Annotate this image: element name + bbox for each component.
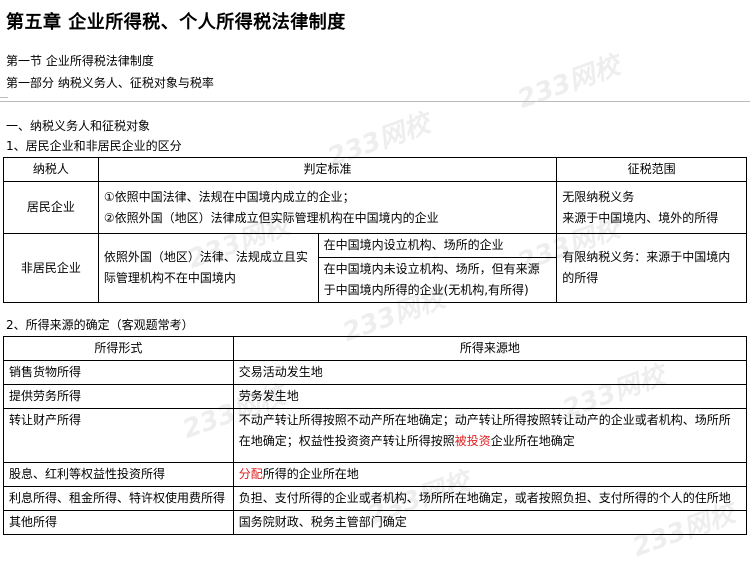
income-source: 交易活动发生地 — [232, 360, 748, 385]
header-scope: 征税范围 — [556, 157, 747, 182]
nonresident-criterion: 依照外国（地区）法律、法规成立且实际管理机构不在中国境内 — [97, 233, 319, 303]
table-row: 居民企业 ①依照中国法律、法规在中国境内成立的企业； ②依照外国（地区）法律成立… — [3, 181, 747, 234]
header-taxpayer: 纳税人 — [3, 157, 99, 182]
watermark: 233网校 — [513, 50, 625, 116]
section-title: 第一节 企业所得税法律制度 — [6, 54, 154, 68]
heading-resident-distinction: 1、居民企业和非居民企业的区分 — [6, 139, 182, 153]
table-row: 其他所得 国务院财政、税务主管部门确定 — [3, 510, 748, 535]
part-title: 第一部分 纳税义务人、征税对象与税率 — [6, 76, 214, 90]
income-source: 劳务发生地 — [232, 384, 748, 409]
income-form: 转让财产所得 — [3, 408, 234, 463]
table-row: 股息、红利等权益性投资所得 分配所得的企业所在地 — [3, 462, 748, 487]
header-criteria: 判定标准 — [97, 157, 558, 182]
source-highlight: 分配 — [238, 467, 263, 481]
header-income-source: 所得来源地 — [232, 336, 748, 361]
table-row: 转让财产所得 不动产转让所得按照不动产所在地确定；动产转让所得按照转让动产的企业… — [3, 408, 748, 463]
resident-criterion-2: ②依照外国（地区）法律成立但实际管理机构在中国境内的企业 — [103, 210, 439, 225]
resident-criteria: ①依照中国法律、法规在中国境内成立的企业； ②依照外国（地区）法律成立但实际管理… — [97, 181, 558, 234]
table-row: 提供劳务所得 劳务发生地 — [3, 384, 748, 409]
nonresident-scope: 有限纳税义务：来源于中国境内的所得 — [556, 233, 747, 303]
heading-income-source: 2、所得来源的确定（客观题常考） — [6, 318, 194, 332]
income-form: 销售货物所得 — [3, 360, 234, 385]
income-source-table: 所得形式 所得来源地 销售货物所得 交易活动发生地 提供劳务所得 劳务发生地 转… — [3, 336, 748, 535]
resident-table: 纳税人 判定标准 征税范围 居民企业 ①依照中国法律、法规在中国境内成立的企业；… — [3, 157, 747, 303]
nonresident-sub2: 在中国境内未设立机构、场所，但有来源于中国境内所得的企业(无机构,有所得) — [317, 257, 558, 303]
resident-scope-line2: 来源于中国境内、境外的所得 — [562, 210, 719, 225]
source-text: 企业所在地确定 — [490, 434, 575, 448]
income-form: 其他所得 — [3, 510, 234, 535]
table-header-row: 纳税人 判定标准 征税范围 — [3, 157, 747, 182]
table-row: 非居民企业 依照外国（地区）法律、法规成立且实际管理机构不在中国境内 在中国境内… — [3, 233, 747, 303]
table-header-row: 所得形式 所得来源地 — [3, 336, 748, 361]
header-income-form: 所得形式 — [3, 336, 234, 361]
divider-tick — [0, 97, 8, 98]
resident-scope-line1: 无限纳税义务 — [562, 189, 635, 204]
income-source: 负担、支付所得的企业或者机构、场所所在地确定，或者按照负担、支付所得的个人的住所… — [232, 486, 748, 511]
table-row: 销售货物所得 交易活动发生地 — [3, 360, 748, 385]
table-row: 利息所得、租金所得、特许权使用费所得 负担、支付所得的企业或者机构、场所所在地确… — [3, 486, 748, 511]
source-highlight: 被投资 — [454, 434, 491, 448]
income-form: 利息所得、租金所得、特许权使用费所得 — [3, 486, 234, 511]
resident-criterion-1: ①依照中国法律、法规在中国境内成立的企业； — [103, 189, 355, 204]
nonresident-name: 非居民企业 — [3, 233, 99, 303]
resident-scope: 无限纳税义务 来源于中国境内、境外的所得 — [556, 181, 747, 234]
income-form: 股息、红利等权益性投资所得 — [3, 462, 234, 487]
heading-taxpayers: 一、纳税义务人和征税对象 — [6, 119, 151, 133]
nonresident-sub1: 在中国境内设立机构、场所的企业 — [317, 233, 558, 258]
income-source: 分配所得的企业所在地 — [232, 462, 748, 487]
income-source: 国务院财政、税务主管部门确定 — [232, 510, 748, 535]
chapter-title: 第五章 企业所得税、个人所得税法律制度 — [6, 12, 346, 33]
divider — [0, 101, 750, 102]
income-form: 提供劳务所得 — [3, 384, 234, 409]
income-source: 不动产转让所得按照不动产所在地确定；动产转让所得按照转让动产的企业或者机构、场所… — [232, 408, 748, 463]
source-text: 所得的企业所在地 — [262, 467, 359, 481]
resident-name: 居民企业 — [3, 181, 99, 234]
